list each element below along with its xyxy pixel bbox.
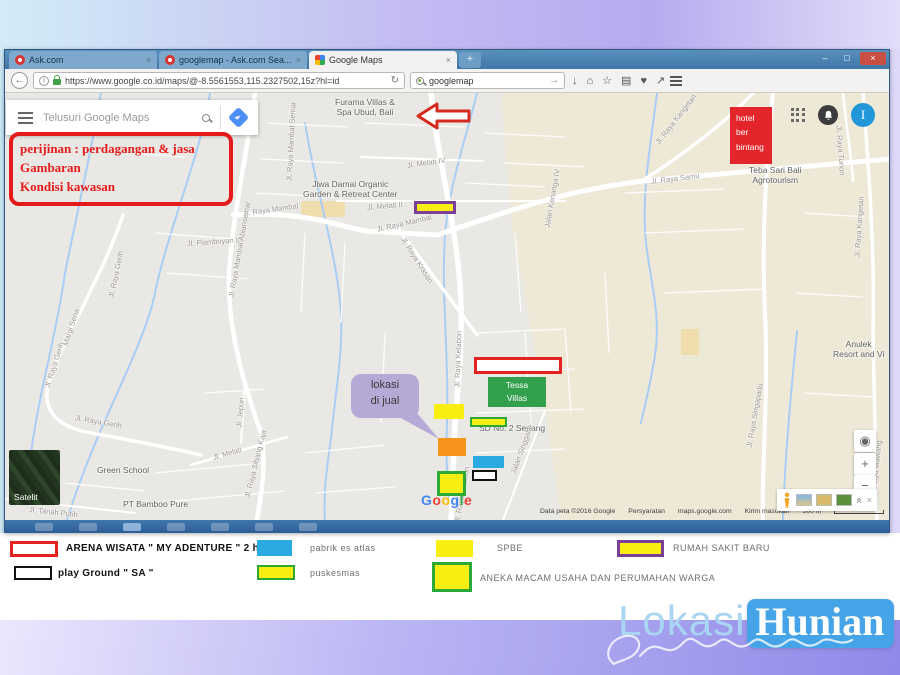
tab-label: Ask.com: [29, 55, 64, 65]
watermark: Lokasi Hunian: [618, 597, 895, 648]
pocket-icon[interactable]: ♥: [640, 75, 647, 87]
hotel-berbintang-annotation: hotel ber bintang: [730, 107, 772, 164]
back-button[interactable]: ←: [11, 72, 28, 89]
zoom-in-button[interactable]: +: [854, 453, 876, 475]
taskbar-icon[interactable]: [167, 522, 185, 531]
search-go-icon[interactable]: →: [549, 75, 559, 86]
share-icon[interactable]: ↗: [656, 74, 665, 87]
satellite-label: Satelit: [14, 492, 38, 502]
https-lock-icon: [53, 75, 61, 85]
maps-search-input[interactable]: Telusuri Google Maps: [43, 112, 192, 124]
close-icon[interactable]: ×: [867, 495, 872, 505]
window-controls: – □ ×: [816, 52, 886, 65]
bookmarks-icon[interactable]: ▤: [621, 74, 631, 87]
reload-button[interactable]: ↻: [391, 75, 399, 86]
google-logo: Google: [421, 492, 472, 508]
google-logo-letter: o: [441, 492, 451, 508]
search-query-text[interactable]: googlemap: [429, 76, 474, 86]
taskbar-icon[interactable]: [79, 522, 97, 531]
restore-button[interactable]: □: [838, 52, 856, 65]
map-style-thumbnail[interactable]: [816, 494, 832, 506]
browser-tab[interactable]: Ask.com ×: [9, 51, 157, 69]
google-logo-letter: e: [463, 492, 473, 508]
windows-taskbar: [5, 520, 889, 533]
taskbar-icon[interactable]: [35, 522, 53, 531]
page-info-icon[interactable]: i: [39, 75, 49, 86]
browser-tab-bar: Ask.com × googlemap - Ask.com Sea... × Googl…: [5, 50, 889, 69]
url-bar[interactable]: i https://www.google.co.id/maps/@-8.5561…: [33, 72, 405, 89]
map-style-thumbnail[interactable]: [796, 494, 812, 506]
taskbar-icon[interactable]: [299, 522, 317, 531]
maps-top-right-icons: I: [791, 103, 875, 127]
close-button[interactable]: ×: [860, 52, 886, 65]
divider: [220, 105, 221, 130]
my-location-button[interactable]: ◉: [854, 430, 876, 452]
maps-menu-icon[interactable]: [18, 116, 33, 119]
taskbar-icon[interactable]: [255, 522, 273, 531]
tab-close-icon[interactable]: ×: [296, 55, 301, 65]
maps-search-icon[interactable]: [202, 113, 210, 122]
attribution-item[interactable]: Persyaratan: [628, 508, 665, 515]
tab-label: googlemap - Ask.com Sea...: [179, 55, 292, 65]
minimize-button[interactable]: –: [816, 52, 834, 65]
slide-top-band: [0, 0, 900, 49]
watermark-word-lokasi: Lokasi: [618, 597, 746, 644]
streetview-pegman-bar: « ×: [777, 489, 877, 511]
taskbar-icon[interactable]: [123, 522, 141, 531]
url-text[interactable]: https://www.google.co.id/maps/@-8.556155…: [65, 76, 387, 86]
menu-icon[interactable]: [670, 79, 683, 82]
tab-label: Google Maps: [329, 55, 383, 65]
taskbar-icon[interactable]: [211, 522, 229, 531]
toolbar-icons: ↓ ⌂ ☆ ▤ ♥ ↗: [572, 74, 665, 88]
pegman-icon[interactable]: [782, 492, 792, 509]
browser-navbar: ← i https://www.google.co.id/maps/@-8.55…: [5, 69, 889, 93]
watermark-word-hunian: Hunian: [747, 599, 895, 648]
directions-icon[interactable]: [227, 106, 250, 129]
browser-tab[interactable]: googlemap - Ask.com Sea... ×: [159, 51, 307, 69]
browser-search-box[interactable]: googlemap →: [410, 72, 565, 89]
download-icon[interactable]: ↓: [572, 75, 578, 87]
notifications-bell-icon[interactable]: [818, 105, 838, 125]
browser-tab[interactable]: Google Maps ×: [309, 51, 457, 69]
red-arrow-annotation: [416, 102, 471, 130]
tab-close-icon[interactable]: ×: [146, 55, 151, 65]
tab-close-icon[interactable]: ×: [446, 55, 451, 65]
presentation-slide: Ask.com × googlemap - Ask.com Sea... × Googl…: [0, 0, 900, 675]
ask-favicon-icon: [15, 55, 25, 65]
collapse-chevron-icon[interactable]: «: [853, 497, 864, 503]
browser-window: Ask.com × googlemap - Ask.com Sea... × Googl…: [4, 49, 890, 533]
satellite-toggle-thumbnail[interactable]: Satelit: [9, 450, 60, 505]
attribution-item: Data peta ©2016 Google: [540, 508, 616, 515]
apps-grid-icon[interactable]: [791, 108, 805, 122]
star-icon[interactable]: ☆: [602, 74, 612, 87]
lokasi-dijual-callout: lokasi di jual: [351, 374, 419, 418]
new-tab-button[interactable]: +: [459, 52, 481, 68]
google-logo-letter: G: [421, 492, 433, 508]
attribution-item[interactable]: maps.google.com: [678, 508, 732, 515]
search-engine-icon: [416, 76, 424, 85]
map-style-thumbnail[interactable]: [836, 494, 852, 506]
maps-search-panel[interactable]: Telusuri Google Maps: [6, 100, 258, 135]
permit-annotation-box: perijinan : perdagangan & jasa Gambaran Ko…: [9, 132, 233, 206]
google-logo-letter: g: [450, 492, 460, 508]
browser-tabs: Ask.com × googlemap - Ask.com Sea... × Googl…: [5, 50, 459, 69]
google-maps-canvas[interactable]: Furama Villas & Spa Ubud, Bali Jiwa Damai …: [5, 93, 889, 520]
ask-favicon-icon: [165, 55, 175, 65]
maps-favicon-icon: [315, 55, 325, 65]
home-icon[interactable]: ⌂: [587, 75, 594, 87]
account-avatar[interactable]: I: [851, 103, 875, 127]
